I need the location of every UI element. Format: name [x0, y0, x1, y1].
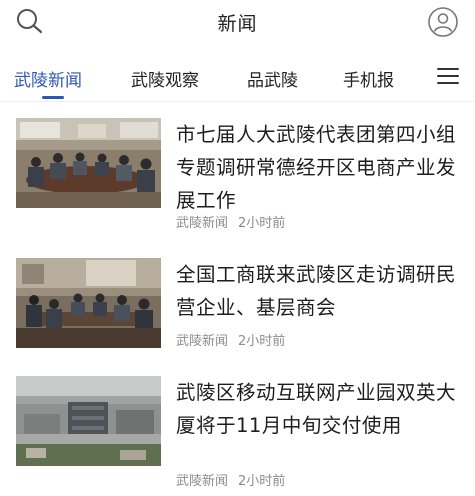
news-time: 2小时前 [238, 334, 286, 349]
hamburger-menu-icon[interactable] [437, 68, 459, 86]
news-meta: 武陵新闻 2小时前 [176, 212, 285, 231]
news-item[interactable]: 武陵区移动互联网产业园双英大厦将于11月中旬交付使用 武陵新闻 2小时前 [0, 376, 475, 496]
news-headline[interactable]: 全国工商联来武陵区走访调研民营企业、基层商会 [176, 258, 461, 324]
tab-wuling-observation[interactable]: 武陵观察 [131, 66, 199, 91]
news-source: 武陵新闻 [176, 474, 229, 489]
tab-pin-wuling[interactable]: 品武陵 [247, 66, 298, 91]
news-thumbnail[interactable] [16, 258, 161, 348]
tab-mobile-paper[interactable]: 手机报 [343, 66, 394, 91]
page-title: 新闻 [217, 13, 258, 35]
user-button[interactable] [427, 6, 459, 38]
news-item[interactable]: 市七届人大武陵代表团第四小组专题调研常德经开区电商产业发展工作 武陵新闻 2小时前 [0, 118, 475, 238]
news-headline[interactable]: 武陵区移动互联网产业园双英大厦将于11月中旬交付使用 [176, 376, 461, 442]
meeting-room-photo [16, 118, 161, 208]
news-time: 2小时前 [238, 216, 286, 231]
divider [0, 101, 475, 102]
news-headline[interactable]: 市七届人大武陵代表团第四小组专题调研常德经开区电商产业发展工作 [176, 118, 461, 217]
news-source: 武陵新闻 [176, 334, 229, 349]
active-tab-indicator [42, 96, 64, 99]
news-source: 武陵新闻 [176, 216, 229, 231]
tab-wuling-news[interactable]: 武陵新闻 [14, 66, 82, 91]
channel-tabs: 武陵新闻 武陵观察 品武陵 手机报 [0, 52, 475, 100]
news-meta: 武陵新闻 2小时前 [176, 470, 285, 489]
conference-table-photo [16, 258, 161, 348]
user-icon [428, 7, 458, 37]
news-meta: 武陵新闻 2小时前 [176, 330, 285, 349]
news-thumbnail[interactable] [16, 376, 161, 466]
news-time: 2小时前 [238, 474, 286, 489]
aerial-city-photo [16, 376, 161, 466]
top-bar: 新闻 [0, 0, 475, 44]
news-item[interactable]: 全国工商联来武陵区走访调研民营企业、基层商会 武陵新闻 2小时前 [0, 258, 475, 378]
news-thumbnail[interactable] [16, 118, 161, 208]
